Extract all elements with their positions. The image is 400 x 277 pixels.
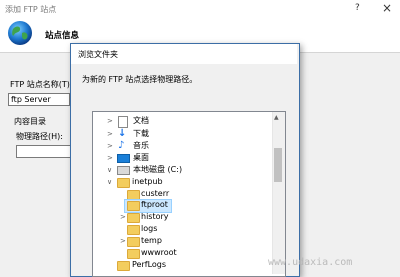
folder-icon bbox=[127, 213, 140, 223]
page-title: 站点信息 bbox=[45, 31, 80, 41]
tree-item-logs[interactable]: logs bbox=[116, 223, 263, 235]
physical-path-input[interactable] bbox=[16, 145, 74, 158]
tree-item-label: 桌面 bbox=[133, 153, 149, 162]
tree-item-label: 下载 bbox=[133, 129, 149, 138]
folder-icon bbox=[117, 261, 130, 271]
browse-dialog-description: 为新的 FTP 站点选择物理路径。 bbox=[82, 75, 198, 84]
drive-icon bbox=[117, 166, 130, 175]
site-name-input[interactable]: ftp Server bbox=[8, 93, 70, 106]
tree-item-label: logs bbox=[141, 224, 158, 233]
scroll-thumb[interactable] bbox=[274, 148, 282, 182]
tree-item-label: 文档 bbox=[133, 116, 149, 125]
main-window-title: 添加 FTP 站点 bbox=[5, 5, 57, 14]
document-icon bbox=[118, 116, 128, 128]
site-name-label: FTP 站点名称(T): bbox=[10, 80, 73, 89]
tree-item-label: wwwroot bbox=[141, 248, 177, 257]
tree-item-music[interactable]: > ♪ 音乐 bbox=[103, 140, 263, 152]
main-titlebar bbox=[0, 0, 400, 20]
tree-item-history[interactable]: > history bbox=[116, 211, 263, 223]
tree-item-label: 本地磁盘 (C:) bbox=[133, 165, 183, 174]
folder-icon bbox=[127, 249, 140, 259]
tree-item-label: history bbox=[141, 212, 169, 221]
tree-item-temp[interactable]: > temp bbox=[116, 235, 263, 247]
tree-item-label: PerfLogs bbox=[132, 260, 167, 269]
globe-icon bbox=[6, 19, 34, 47]
browse-dialog-title: 浏览文件夹 bbox=[78, 50, 118, 59]
expand-arrow-icon[interactable]: > bbox=[107, 128, 113, 140]
download-icon: ↓ bbox=[118, 128, 127, 139]
tree-item-inetpub[interactable]: ∨ inetpub bbox=[103, 176, 263, 188]
expand-arrow-icon[interactable]: > bbox=[107, 140, 113, 152]
folder-icon bbox=[127, 225, 140, 235]
tree-item-downloads[interactable]: > ↓ 下载 bbox=[103, 128, 263, 140]
expand-arrow-icon[interactable]: > bbox=[120, 211, 126, 223]
desktop-icon bbox=[117, 154, 130, 163]
folder-icon bbox=[127, 201, 140, 211]
tree-item-wwwroot[interactable]: wwwroot bbox=[116, 247, 263, 259]
tree-item-label: inetpub bbox=[132, 177, 163, 186]
collapse-arrow-icon[interactable]: ∨ bbox=[107, 176, 112, 188]
expand-arrow-icon[interactable]: > bbox=[107, 115, 113, 127]
help-button[interactable]: ? bbox=[355, 3, 360, 13]
expand-arrow-icon[interactable]: > bbox=[107, 152, 113, 164]
expand-arrow-icon[interactable]: > bbox=[120, 235, 126, 247]
scroll-up-arrow-icon[interactable]: ▲ bbox=[274, 114, 279, 121]
tree-item-label: 音乐 bbox=[133, 141, 149, 150]
folder-icon bbox=[127, 237, 140, 247]
content-directory-label: 内容目录 bbox=[14, 117, 46, 126]
watermark: www.udaxia.com bbox=[268, 257, 353, 268]
collapse-arrow-icon[interactable]: ∨ bbox=[107, 164, 112, 176]
tree-item-desktop[interactable]: > 桌面 bbox=[103, 152, 263, 164]
tree-item-label: temp bbox=[141, 236, 162, 245]
physical-path-label: 物理路径(H): bbox=[16, 132, 63, 141]
close-button[interactable]: × bbox=[382, 1, 392, 15]
tree-item-perflogs[interactable]: PerfLogs bbox=[103, 259, 263, 271]
tree-scrollbar[interactable] bbox=[272, 112, 285, 274]
tree-item-documents[interactable]: > 文档 bbox=[103, 115, 263, 128]
tree-item-local-disk[interactable]: ∨ 本地磁盘 (C:) bbox=[103, 164, 263, 176]
folder-icon bbox=[117, 178, 130, 188]
music-icon: ♪ bbox=[118, 140, 125, 151]
tree-item-label: ftproot bbox=[141, 200, 168, 209]
